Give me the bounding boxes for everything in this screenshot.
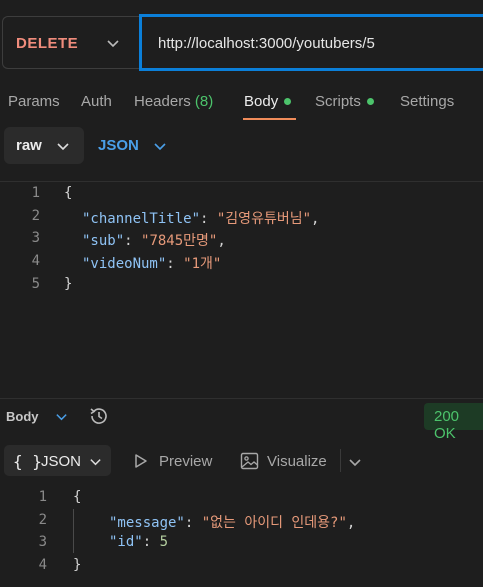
json-key: "sub" bbox=[82, 233, 125, 249]
method-label: DELETE bbox=[16, 35, 79, 52]
body-status-dot bbox=[284, 97, 292, 105]
image-icon[interactable] bbox=[240, 452, 259, 470]
code-line[interactable]: "channelTitle": "김영유튜버님", bbox=[82, 208, 319, 228]
code-line[interactable]: "message": "없는 아이디 인데용?", bbox=[109, 512, 355, 532]
play-icon[interactable] bbox=[133, 453, 148, 469]
tab-params[interactable]: Params bbox=[8, 93, 60, 110]
code-line[interactable]: "id": 5 bbox=[109, 534, 168, 550]
tab-settings-label: Settings bbox=[400, 93, 455, 110]
json-value: 5 bbox=[159, 534, 169, 550]
tab-settings[interactable]: Settings bbox=[400, 93, 454, 110]
open-brace[interactable]: { bbox=[64, 185, 72, 201]
divider bbox=[0, 181, 483, 182]
response-divider bbox=[0, 398, 483, 399]
tab-headers-label: Headers bbox=[134, 93, 191, 110]
tab-body[interactable]: Body bbox=[244, 93, 292, 110]
json-key: "message" bbox=[109, 515, 185, 531]
line-number: 3 bbox=[38, 534, 47, 550]
line-number: 2 bbox=[38, 512, 47, 528]
tab-headers[interactable]: Headers (8) bbox=[134, 93, 213, 110]
tab-scripts-label: Scripts bbox=[315, 93, 361, 110]
line-number: 4 bbox=[38, 557, 47, 573]
json-value: "1개" bbox=[183, 256, 222, 272]
preview-button[interactable]: Preview bbox=[159, 453, 212, 470]
json-key: "videoNum" bbox=[82, 256, 167, 272]
tab-scripts[interactable]: Scripts bbox=[315, 93, 374, 110]
history-icon[interactable] bbox=[88, 405, 110, 427]
tab-body-label: Body bbox=[244, 93, 279, 110]
chevron-down-icon[interactable] bbox=[106, 36, 120, 50]
active-tab-underline bbox=[243, 118, 296, 120]
indent-guide bbox=[73, 509, 74, 553]
url-text: http://localhost:3000/youtubers/5 bbox=[158, 35, 375, 52]
line-number: 2 bbox=[31, 208, 40, 224]
status-code: 200 OK bbox=[434, 408, 460, 442]
body-format-dropdown[interactable]: JSON bbox=[98, 137, 139, 154]
code-line[interactable]: "sub": "7845만명", bbox=[82, 230, 226, 250]
visualize-button[interactable]: Visualize bbox=[267, 453, 327, 470]
chevron-down-icon[interactable] bbox=[153, 139, 167, 153]
toolbar-separator bbox=[340, 449, 341, 472]
chevron-down-icon[interactable] bbox=[56, 139, 70, 153]
tab-auth-label: Auth bbox=[81, 93, 112, 110]
tab-auth[interactable]: Auth bbox=[81, 93, 112, 110]
json-value: "없는 아이디 인데용?" bbox=[201, 515, 347, 531]
body-mode-label: raw bbox=[16, 137, 42, 154]
response-body-dropdown[interactable]: Body bbox=[6, 409, 39, 424]
line-number: 5 bbox=[31, 276, 40, 292]
json-value: "7845만명" bbox=[141, 233, 218, 249]
chevron-down-icon[interactable] bbox=[55, 410, 68, 423]
tab-params-label: Params bbox=[8, 93, 60, 110]
headers-count-badge: (8) bbox=[194, 93, 214, 110]
line-number: 4 bbox=[31, 253, 40, 269]
json-value: "김영유튜버님" bbox=[216, 211, 312, 227]
close-brace[interactable]: } bbox=[64, 276, 72, 292]
chevron-down-icon[interactable] bbox=[348, 455, 362, 469]
json-key: "id" bbox=[109, 534, 143, 550]
json-braces-icon: { } bbox=[13, 452, 42, 471]
line-number: 1 bbox=[31, 185, 40, 201]
scripts-status-dot bbox=[366, 97, 374, 105]
line-number: 3 bbox=[31, 230, 40, 246]
json-key: "channelTitle" bbox=[82, 211, 201, 227]
close-brace[interactable]: } bbox=[73, 557, 81, 573]
open-brace[interactable]: { bbox=[73, 489, 81, 505]
chevron-down-icon[interactable] bbox=[89, 455, 102, 468]
code-line[interactable]: "videoNum": "1개" bbox=[82, 253, 221, 273]
response-format-label: JSON bbox=[41, 453, 82, 470]
line-number: 1 bbox=[38, 489, 47, 505]
